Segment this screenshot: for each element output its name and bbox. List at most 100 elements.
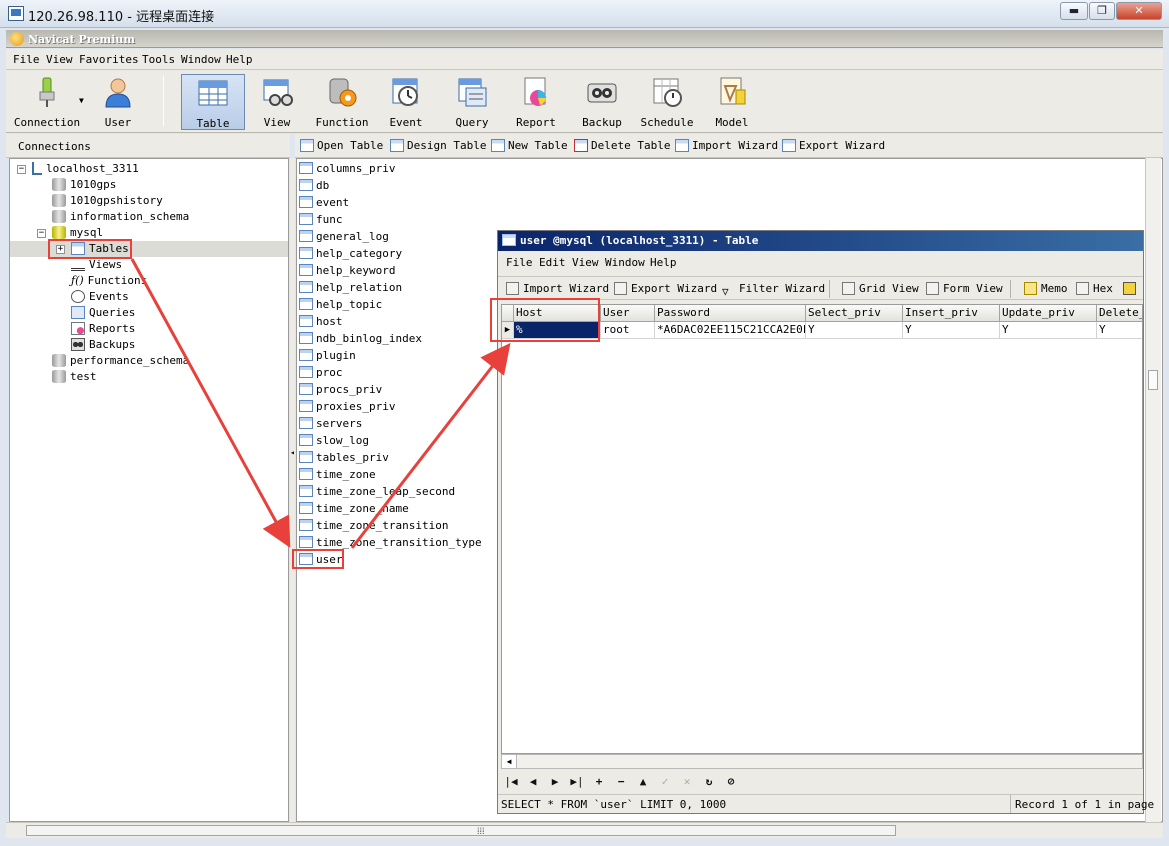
vertical-scrollbar[interactable] xyxy=(1145,158,1161,822)
stop-button[interactable]: ⊘ xyxy=(723,775,739,789)
pane-splitter[interactable]: ◂ xyxy=(290,158,295,822)
menu-tools[interactable]: Tools xyxy=(142,53,175,66)
tw-export-wizard-button[interactable]: Export Wizard xyxy=(614,282,717,295)
delete-table-button[interactable]: Delete Table xyxy=(574,139,670,152)
table-item[interactable]: columns_priv xyxy=(299,161,395,177)
import-wizard-button[interactable]: Import Wizard xyxy=(675,139,778,152)
prior-record-button[interactable]: ◀ xyxy=(525,775,541,789)
tree-database[interactable]: performance_schema xyxy=(52,353,189,369)
toolbar-report-button[interactable]: Report xyxy=(506,74,566,130)
toolbar-user-button[interactable]: User xyxy=(88,74,148,130)
close-button[interactable]: ✕ xyxy=(1116,2,1162,20)
scroll-left-arrow-icon[interactable]: ◀ xyxy=(502,755,517,768)
table-item[interactable]: help_category xyxy=(299,246,402,262)
table-item[interactable]: ndb_binlog_index xyxy=(299,331,422,347)
apply-changes-button[interactable]: ✓ xyxy=(657,775,673,789)
tw-image-button[interactable] xyxy=(1123,282,1140,295)
menu-favorites[interactable]: Favorites xyxy=(79,53,139,66)
menu-window[interactable]: Window xyxy=(181,53,221,66)
tw-menu-file[interactable]: File xyxy=(506,256,533,269)
last-record-button[interactable]: ▶| xyxy=(569,775,585,789)
tree-queries[interactable]: Queries xyxy=(71,305,135,321)
toolbar-table-button[interactable]: Table xyxy=(181,74,245,130)
restore-button[interactable]: ❐ xyxy=(1089,2,1115,20)
horizontal-scrollbar[interactable]: ⁞⁞⁞ xyxy=(6,822,1163,838)
collapse-connection-icon[interactable]: − xyxy=(17,165,26,174)
table-item[interactable]: time_zone_transition xyxy=(299,518,448,534)
tree-connection[interactable]: localhost_3311 xyxy=(32,161,139,177)
column-header-delete-priv[interactable]: Delete_p xyxy=(1097,305,1142,322)
toolbar-view-button[interactable]: View xyxy=(247,74,307,130)
toolbar-schedule-button[interactable]: Schedule xyxy=(637,74,697,130)
cell-password[interactable]: *A6DAC02EE115C21CCA2E0FE xyxy=(655,322,806,339)
tree-database[interactable]: test xyxy=(52,369,97,385)
cell-insert-priv[interactable]: Y xyxy=(903,322,1000,339)
delete-record-button[interactable]: − xyxy=(613,775,629,789)
cell-delete-priv[interactable]: Y xyxy=(1097,322,1142,339)
tw-hex-button[interactable]: Hex xyxy=(1076,282,1113,295)
column-header-update-priv[interactable]: Update_priv xyxy=(1000,305,1097,322)
toolbar-query-button[interactable]: Query xyxy=(442,74,502,130)
edit-record-button[interactable]: ▲ xyxy=(635,775,651,789)
toolbar-event-button[interactable]: Event xyxy=(376,74,436,130)
table-item[interactable]: plugin xyxy=(299,348,356,364)
new-table-button[interactable]: New Table xyxy=(491,139,568,152)
table-item[interactable]: func xyxy=(299,212,343,228)
tw-menu-edit[interactable]: Edit xyxy=(539,256,566,269)
menu-view[interactable]: View xyxy=(46,53,73,66)
toolbar-backup-button[interactable]: Backup xyxy=(572,74,632,130)
vertical-scroll-thumb[interactable] xyxy=(1148,370,1158,390)
table-item[interactable]: time_zone_leap_second xyxy=(299,484,455,500)
table-item[interactable]: procs_priv xyxy=(299,382,382,398)
tree-reports[interactable]: Reports xyxy=(71,321,135,337)
toolbar-function-button[interactable]: Function xyxy=(312,74,372,130)
tw-menu-view[interactable]: View xyxy=(572,256,599,269)
table-item[interactable]: help_relation xyxy=(299,280,402,296)
design-table-button[interactable]: Design Table xyxy=(390,139,486,152)
tw-grid-view-button[interactable]: Grid View xyxy=(842,282,919,295)
tree-views[interactable]: Views xyxy=(71,257,122,273)
tw-import-wizard-button[interactable]: Import Wizard xyxy=(506,282,609,295)
table-item[interactable]: servers xyxy=(299,416,362,432)
toolbar-model-button[interactable]: Model xyxy=(702,74,762,130)
refresh-button[interactable]: ↻ xyxy=(701,775,717,789)
tw-menu-help[interactable]: Help xyxy=(650,256,677,269)
tree-functions[interactable]: ƒ() Functions xyxy=(71,273,147,289)
cell-update-priv[interactable]: Y xyxy=(1000,322,1097,339)
add-record-button[interactable]: + xyxy=(591,775,607,789)
table-item[interactable]: help_topic xyxy=(299,297,382,313)
toolbar-connection-button[interactable]: Connection xyxy=(12,74,82,130)
menu-help[interactable]: Help xyxy=(226,53,253,66)
collapse-mysql-icon[interactable]: − xyxy=(37,229,46,238)
table-item[interactable]: time_zone_name xyxy=(299,501,409,517)
table-item[interactable]: tables_priv xyxy=(299,450,389,466)
cell-user[interactable]: root xyxy=(601,322,655,339)
grid-horizontal-scrollbar[interactable]: ◀ xyxy=(501,754,1143,769)
tw-menu-window[interactable]: Window xyxy=(605,256,645,269)
column-header-insert-priv[interactable]: Insert_priv xyxy=(903,305,1000,322)
table-item[interactable]: proxies_priv xyxy=(299,399,395,415)
tree-database[interactable]: information_schema xyxy=(52,209,189,225)
first-record-button[interactable]: |◀ xyxy=(503,775,519,789)
export-wizard-button[interactable]: Export Wizard xyxy=(782,139,885,152)
tw-filter-wizard-button[interactable]: ▽ Filter Wizard xyxy=(722,282,825,298)
table-item[interactable]: db xyxy=(299,178,329,194)
minimize-button[interactable]: ▬ xyxy=(1060,2,1088,20)
column-header-user[interactable]: User xyxy=(601,305,655,322)
table-item[interactable]: time_zone xyxy=(299,467,376,483)
column-header-password[interactable]: Password xyxy=(655,305,806,322)
tree-database[interactable]: 1010gps xyxy=(52,177,116,193)
connection-dropdown-arrow-icon[interactable]: ▼ xyxy=(79,96,84,105)
table-item[interactable]: help_keyword xyxy=(299,263,395,279)
discard-changes-button[interactable]: ✕ xyxy=(679,775,695,789)
tw-memo-button[interactable]: Memo xyxy=(1024,282,1068,295)
table-item[interactable]: event xyxy=(299,195,349,211)
open-table-button[interactable]: Open Table xyxy=(300,139,383,152)
next-record-button[interactable]: ▶ xyxy=(547,775,563,789)
table-item[interactable]: general_log xyxy=(299,229,389,245)
horizontal-scroll-thumb[interactable]: ⁞⁞⁞ xyxy=(26,825,896,837)
table-item[interactable]: host xyxy=(299,314,343,330)
column-header-select-priv[interactable]: Select_priv xyxy=(806,305,903,322)
table-item[interactable]: slow_log xyxy=(299,433,369,449)
tw-form-view-button[interactable]: Form View xyxy=(926,282,1003,295)
